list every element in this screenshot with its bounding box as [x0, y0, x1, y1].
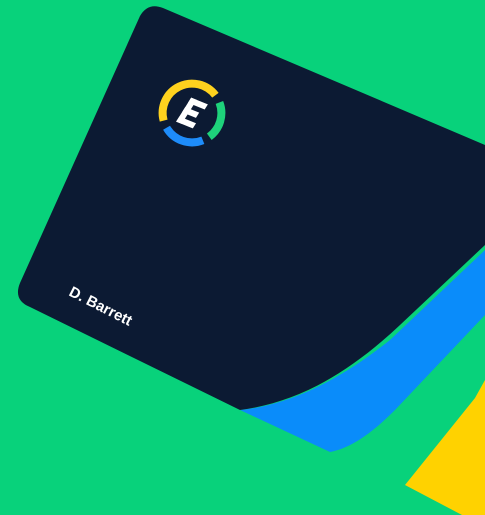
scene: D. Barrett	[0, 0, 485, 515]
